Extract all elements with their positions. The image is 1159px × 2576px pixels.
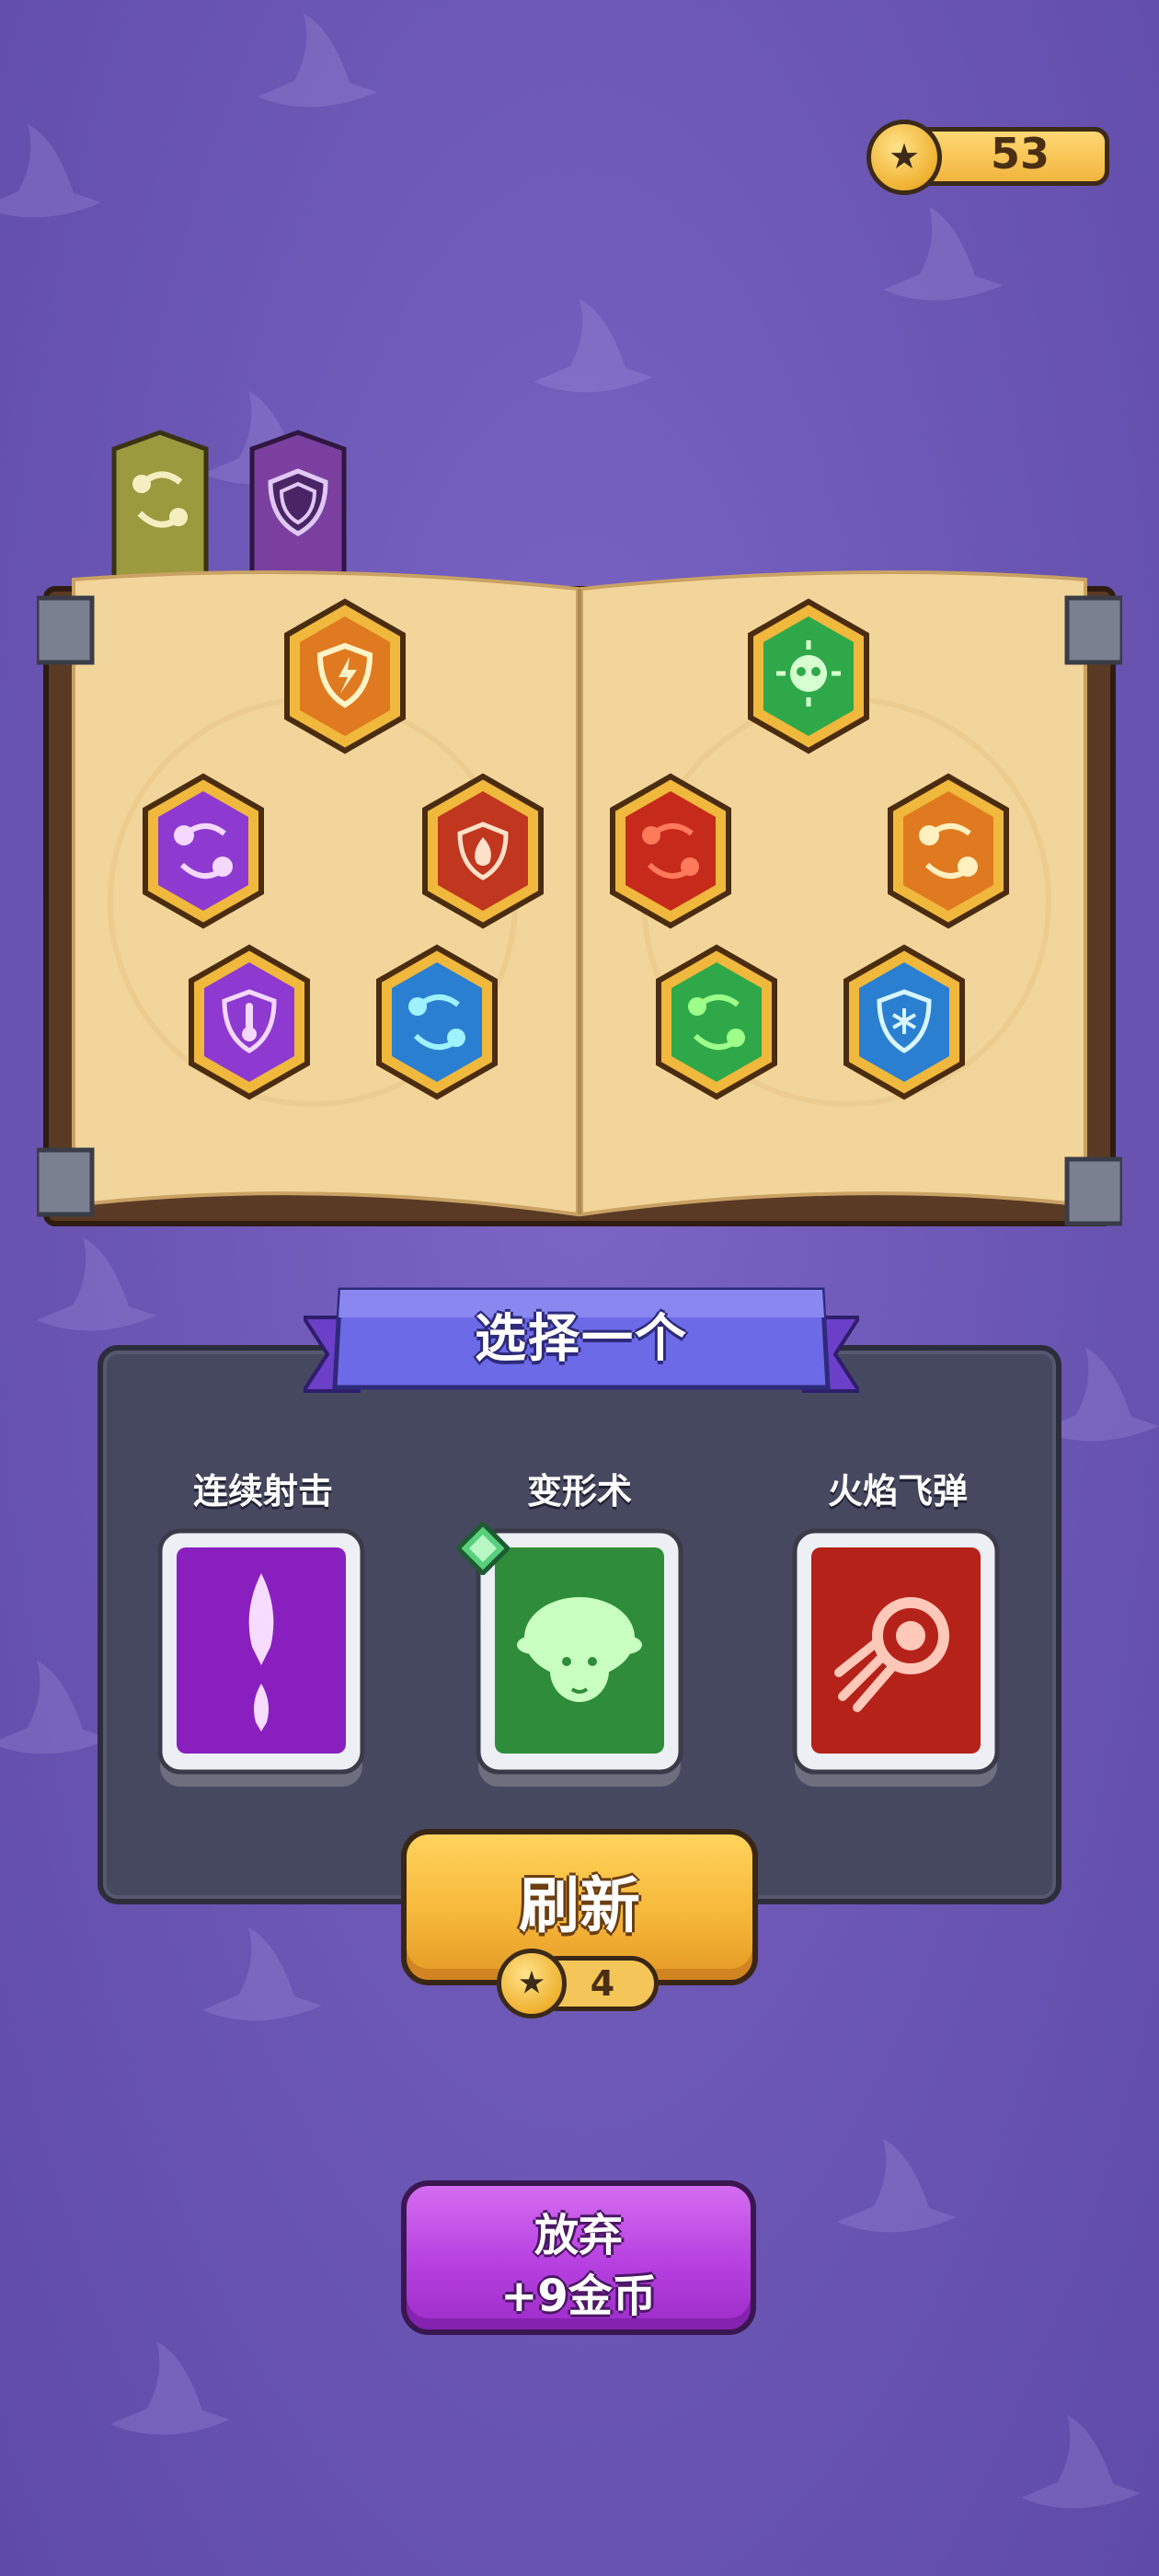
background-hat-icon	[1003, 2410, 1150, 2521]
card-name-fireball: 火焰飞弹	[827, 1471, 968, 1512]
background-hat-icon	[239, 9, 386, 120]
abandon-reward-label: +9金币	[500, 2271, 657, 2322]
choice-title-ribbon: 选择一个	[304, 1281, 859, 1415]
star-coin-icon: ★	[497, 1949, 567, 2018]
refresh-cost: 4 ★	[497, 1949, 662, 2018]
skill-purple-orbs[interactable]	[142, 773, 265, 929]
background-hat-icon	[819, 2134, 966, 2245]
background-hat-icon	[184, 1923, 331, 2033]
new-indicator-diamond-icon	[454, 1520, 511, 1577]
star-coin-icon: ★	[866, 120, 942, 195]
skill-frost-shield[interactable]	[843, 944, 966, 1100]
skill-skull-burst[interactable]	[747, 598, 870, 754]
coin-counter: 53 ★	[866, 120, 1113, 195]
tab-shield-skills[interactable]	[247, 429, 350, 582]
skill-thermometer-shield[interactable]	[188, 944, 311, 1100]
skill-lightning-shield[interactable]	[283, 598, 407, 754]
skill-red-orbs[interactable]	[609, 773, 732, 929]
tab-swap-skills[interactable]	[109, 429, 212, 582]
refresh-cost-value: 4	[590, 1963, 615, 2004]
background-hat-icon	[515, 294, 662, 405]
card-multi-shot[interactable]	[156, 1527, 366, 1794]
coin-count: 53	[990, 129, 1050, 178]
background-hat-icon	[865, 202, 1012, 313]
card-name-polymorph: 变形术	[526, 1471, 632, 1512]
refresh-label: 刷新	[519, 1870, 640, 1941]
abandon-label: 放弃	[534, 2210, 623, 2261]
card-fireball[interactable]	[791, 1527, 1001, 1794]
spell-book	[37, 570, 1122, 1233]
skill-green-orbs[interactable]	[655, 944, 778, 1100]
skill-fire-shield[interactable]	[421, 773, 545, 929]
choice-title: 选择一个	[475, 1309, 688, 1369]
card-name-multi-shot: 连续射击	[192, 1471, 333, 1512]
background-hat-icon	[18, 1233, 166, 1343]
skill-orange-orbs[interactable]	[887, 773, 1010, 929]
skill-blue-orbs[interactable]	[375, 944, 499, 1100]
background-hat-icon	[92, 2337, 239, 2447]
background-hat-icon	[0, 120, 110, 230]
abandon-button[interactable]: 放弃 +9金币	[401, 2180, 756, 2335]
